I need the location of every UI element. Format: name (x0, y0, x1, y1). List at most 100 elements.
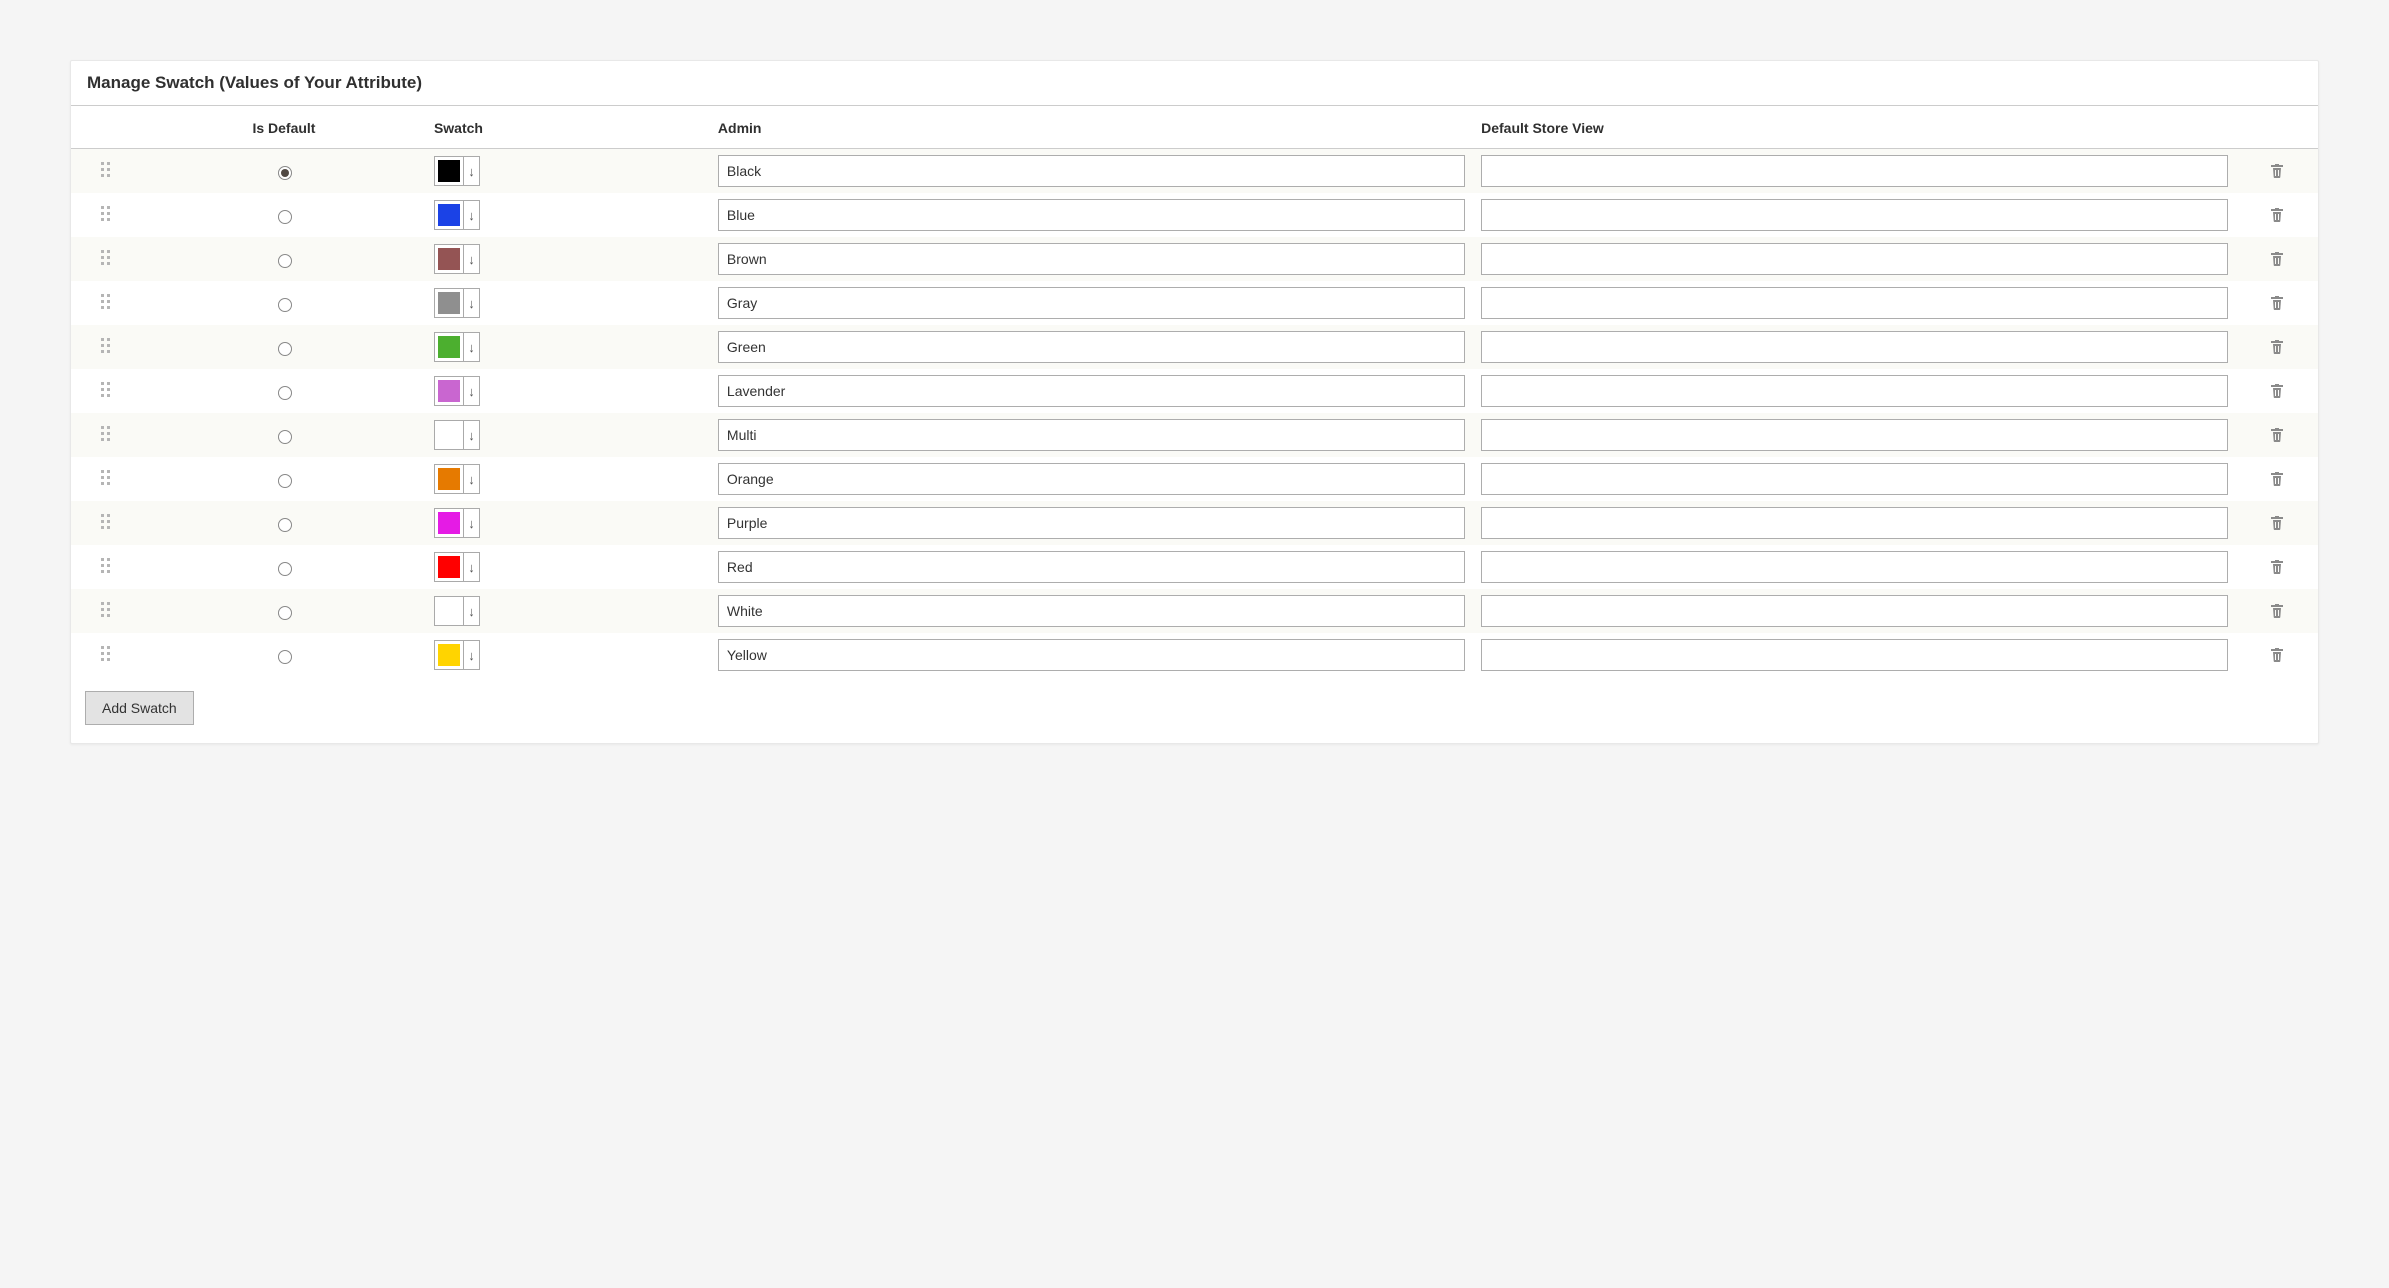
drag-handle-icon[interactable] (101, 206, 111, 222)
swatch-row: ↓ (71, 237, 2318, 281)
delete-row-button[interactable] (2265, 511, 2289, 535)
is-default-radio[interactable] (278, 210, 292, 224)
delete-row-button[interactable] (2265, 555, 2289, 579)
is-default-radio[interactable] (278, 562, 292, 576)
trash-icon (2269, 207, 2285, 223)
header-is-default: Is Default (142, 106, 426, 149)
store-view-input[interactable] (1481, 463, 2228, 495)
is-default-radio[interactable] (278, 254, 292, 268)
store-view-input[interactable] (1481, 199, 2228, 231)
store-view-input[interactable] (1481, 331, 2228, 363)
admin-input[interactable] (718, 463, 1465, 495)
delete-row-button[interactable] (2265, 335, 2289, 359)
drag-handle-icon[interactable] (101, 470, 111, 486)
swatch-color-box[interactable] (434, 156, 464, 186)
swatch-dropdown-arrow-icon[interactable]: ↓ (464, 332, 480, 362)
delete-row-button[interactable] (2265, 467, 2289, 491)
admin-input[interactable] (718, 507, 1465, 539)
swatch-dropdown-arrow-icon[interactable]: ↓ (464, 596, 480, 626)
drag-handle-icon[interactable] (101, 250, 111, 266)
swatch-row: ↓ (71, 281, 2318, 325)
delete-row-button[interactable] (2265, 291, 2289, 315)
store-view-input[interactable] (1481, 155, 2228, 187)
swatch-chip (438, 160, 460, 182)
swatch-dropdown-arrow-icon[interactable]: ↓ (464, 200, 480, 230)
is-default-radio[interactable] (278, 430, 292, 444)
drag-handle-icon[interactable] (101, 382, 111, 398)
admin-input[interactable] (718, 375, 1465, 407)
is-default-radio[interactable] (278, 342, 292, 356)
swatch-row: ↓ (71, 193, 2318, 237)
is-default-radio[interactable] (278, 606, 292, 620)
drag-handle-icon[interactable] (101, 426, 111, 442)
swatch-dropdown-arrow-icon[interactable]: ↓ (464, 508, 480, 538)
swatch-chip (438, 424, 460, 446)
admin-input[interactable] (718, 551, 1465, 583)
is-default-radio[interactable] (278, 166, 292, 180)
swatch-dropdown-arrow-icon[interactable]: ↓ (464, 288, 480, 318)
admin-input[interactable] (718, 331, 1465, 363)
is-default-radio[interactable] (278, 650, 292, 664)
store-view-input[interactable] (1481, 551, 2228, 583)
swatch-dropdown-arrow-icon[interactable]: ↓ (464, 640, 480, 670)
swatch-color-box[interactable] (434, 332, 464, 362)
store-view-input[interactable] (1481, 375, 2228, 407)
swatch-color-box[interactable] (434, 244, 464, 274)
drag-handle-icon[interactable] (101, 646, 111, 662)
store-view-input[interactable] (1481, 419, 2228, 451)
admin-input[interactable] (718, 419, 1465, 451)
delete-row-button[interactable] (2265, 643, 2289, 667)
swatch-dropdown-arrow-icon[interactable]: ↓ (464, 156, 480, 186)
delete-row-button[interactable] (2265, 599, 2289, 623)
swatch-dropdown-arrow-icon[interactable]: ↓ (464, 464, 480, 494)
store-view-input[interactable] (1481, 595, 2228, 627)
drag-handle-icon[interactable] (101, 602, 111, 618)
delete-row-button[interactable] (2265, 379, 2289, 403)
admin-input[interactable] (718, 287, 1465, 319)
swatch-color-box[interactable] (434, 376, 464, 406)
add-swatch-button[interactable]: Add Swatch (85, 691, 194, 725)
swatch-color-box[interactable] (434, 596, 464, 626)
header-store-view: Default Store View (1473, 106, 2236, 149)
swatch-color-box[interactable] (434, 420, 464, 450)
is-default-radio[interactable] (278, 386, 292, 400)
drag-handle-icon[interactable] (101, 558, 111, 574)
delete-row-button[interactable] (2265, 423, 2289, 447)
drag-handle-icon[interactable] (101, 338, 111, 354)
delete-row-button[interactable] (2265, 247, 2289, 271)
is-default-radio[interactable] (278, 298, 292, 312)
trash-icon (2269, 339, 2285, 355)
trash-icon (2269, 603, 2285, 619)
swatch-dropdown-arrow-icon[interactable]: ↓ (464, 420, 480, 450)
swatch-row: ↓ (71, 501, 2318, 545)
admin-input[interactable] (718, 199, 1465, 231)
drag-handle-icon[interactable] (101, 514, 111, 530)
drag-handle-icon[interactable] (101, 162, 111, 178)
admin-input[interactable] (718, 155, 1465, 187)
drag-handle-icon[interactable] (101, 294, 111, 310)
admin-input[interactable] (718, 639, 1465, 671)
delete-row-button[interactable] (2265, 203, 2289, 227)
swatch-chip (438, 468, 460, 490)
swatch-chip (438, 512, 460, 534)
swatch-color-box[interactable] (434, 552, 464, 582)
is-default-radio[interactable] (278, 518, 292, 532)
swatch-color-box[interactable] (434, 640, 464, 670)
swatch-dropdown-arrow-icon[interactable]: ↓ (464, 552, 480, 582)
swatch-row: ↓ (71, 633, 2318, 677)
swatch-color-box[interactable] (434, 508, 464, 538)
store-view-input[interactable] (1481, 507, 2228, 539)
delete-row-button[interactable] (2265, 159, 2289, 183)
is-default-radio[interactable] (278, 474, 292, 488)
store-view-input[interactable] (1481, 243, 2228, 275)
swatch-color-box[interactable] (434, 288, 464, 318)
swatch-row: ↓ (71, 545, 2318, 589)
admin-input[interactable] (718, 243, 1465, 275)
swatch-color-box[interactable] (434, 200, 464, 230)
store-view-input[interactable] (1481, 639, 2228, 671)
swatch-dropdown-arrow-icon[interactable]: ↓ (464, 376, 480, 406)
swatch-dropdown-arrow-icon[interactable]: ↓ (464, 244, 480, 274)
admin-input[interactable] (718, 595, 1465, 627)
store-view-input[interactable] (1481, 287, 2228, 319)
swatch-color-box[interactable] (434, 464, 464, 494)
